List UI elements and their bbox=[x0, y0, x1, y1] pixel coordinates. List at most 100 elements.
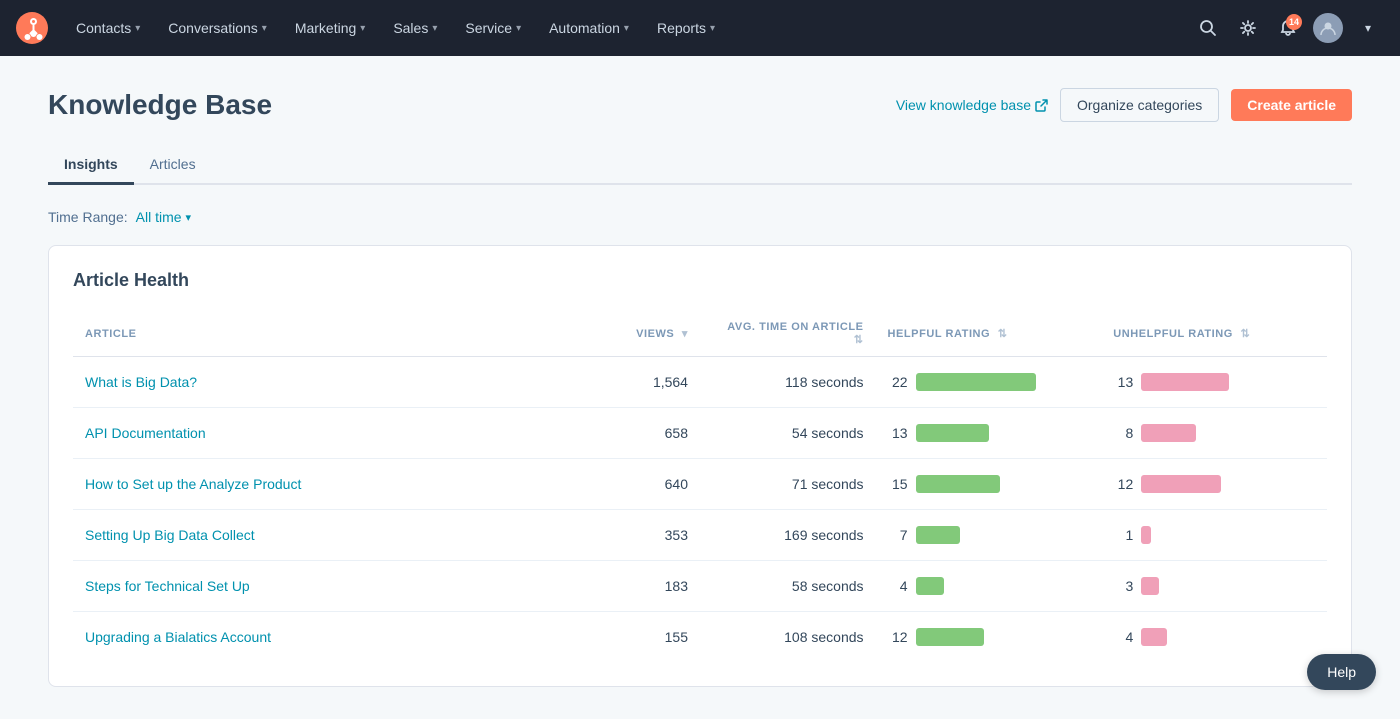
article-cell: What is Big Data? bbox=[73, 357, 575, 408]
hubspot-logo[interactable] bbox=[16, 12, 48, 44]
col-header-unhelpful[interactable]: Unhelpful Rating ⇅ bbox=[1101, 311, 1327, 357]
unhelpful-bar bbox=[1141, 628, 1167, 646]
views-cell: 155 bbox=[575, 612, 700, 663]
chevron-down-icon: ▾ bbox=[432, 23, 437, 34]
unhelpful-bar bbox=[1141, 577, 1159, 595]
nav-reports[interactable]: Reports ▾ bbox=[645, 12, 727, 44]
settings-button[interactable] bbox=[1232, 12, 1264, 44]
help-button[interactable]: Help bbox=[1307, 654, 1376, 690]
time-range-label: Time Range: bbox=[48, 209, 128, 225]
table-row: What is Big Data? 1,564 118 seconds 22 1… bbox=[73, 357, 1327, 408]
article-link[interactable]: How to Set up the Analyze Product bbox=[85, 476, 301, 492]
chevron-down-icon: ▾ bbox=[1365, 21, 1371, 35]
article-link[interactable]: Upgrading a Bialatics Account bbox=[85, 629, 271, 645]
table-row: Upgrading a Bialatics Account 155 108 se… bbox=[73, 612, 1327, 663]
tab-group: Insights Articles bbox=[48, 146, 1352, 185]
unhelpful-rating-cell: 3 bbox=[1101, 561, 1327, 612]
helpful-count: 15 bbox=[888, 476, 908, 492]
account-chevron[interactable]: ▾ bbox=[1352, 12, 1384, 44]
unhelpful-rating-cell: 13 bbox=[1101, 357, 1327, 408]
article-cell: Upgrading a Bialatics Account bbox=[73, 612, 575, 663]
views-cell: 658 bbox=[575, 408, 700, 459]
create-article-button[interactable]: Create article bbox=[1231, 89, 1352, 121]
chevron-down-icon: ▾ bbox=[710, 23, 715, 34]
avg-time-cell: 108 seconds bbox=[700, 612, 876, 663]
helpful-rating-cell: 4 bbox=[876, 561, 1102, 612]
helpful-count: 13 bbox=[888, 425, 908, 441]
helpful-count: 7 bbox=[888, 527, 908, 543]
table-row: How to Set up the Analyze Product 640 71… bbox=[73, 459, 1327, 510]
tab-insights[interactable]: Insights bbox=[48, 146, 134, 185]
col-header-avg-time[interactable]: Avg. Time On Article ⇅ bbox=[700, 311, 876, 357]
sort-icon: ▾ bbox=[682, 328, 688, 340]
helpful-rating-cell: 13 bbox=[876, 408, 1102, 459]
page-header: Knowledge Base View knowledge base Organ… bbox=[48, 88, 1352, 122]
col-header-views[interactable]: Views ▾ bbox=[575, 311, 700, 357]
avg-time-cell: 169 seconds bbox=[700, 510, 876, 561]
sort-icon: ⇅ bbox=[998, 328, 1008, 340]
external-link-icon bbox=[1035, 99, 1048, 112]
time-range-select[interactable]: All time ▾ bbox=[136, 209, 191, 225]
avatar[interactable] bbox=[1312, 12, 1344, 44]
avg-time-cell: 118 seconds bbox=[700, 357, 876, 408]
article-health-table: Article Views ▾ Avg. Time On Article ⇅ H… bbox=[73, 311, 1327, 662]
views-cell: 1,564 bbox=[575, 357, 700, 408]
page-title: Knowledge Base bbox=[48, 89, 272, 121]
article-cell: API Documentation bbox=[73, 408, 575, 459]
unhelpful-count: 12 bbox=[1113, 476, 1133, 492]
chevron-down-icon: ▾ bbox=[360, 23, 365, 34]
helpful-rating-cell: 12 bbox=[876, 612, 1102, 663]
nav-contacts[interactable]: Contacts ▾ bbox=[64, 12, 152, 44]
article-link[interactable]: Steps for Technical Set Up bbox=[85, 578, 250, 594]
user-avatar bbox=[1313, 13, 1343, 43]
nav-marketing[interactable]: Marketing ▾ bbox=[283, 12, 378, 44]
nav-service[interactable]: Service ▾ bbox=[453, 12, 533, 44]
unhelpful-count: 3 bbox=[1113, 578, 1133, 594]
helpful-count: 22 bbox=[888, 374, 908, 390]
table-row: Setting Up Big Data Collect 353 169 seco… bbox=[73, 510, 1327, 561]
article-link[interactable]: API Documentation bbox=[85, 425, 206, 441]
article-link[interactable]: Setting Up Big Data Collect bbox=[85, 527, 255, 543]
unhelpful-count: 8 bbox=[1113, 425, 1133, 441]
chevron-down-icon: ▾ bbox=[135, 23, 140, 34]
article-cell: Setting Up Big Data Collect bbox=[73, 510, 575, 561]
view-knowledge-base-button[interactable]: View knowledge base bbox=[896, 97, 1048, 113]
helpful-bar bbox=[916, 628, 984, 646]
sort-icon: ⇅ bbox=[854, 334, 864, 346]
search-button[interactable] bbox=[1192, 12, 1224, 44]
article-health-card: Article Health Article Views ▾ Avg. Time… bbox=[48, 245, 1352, 687]
helpful-rating-cell: 15 bbox=[876, 459, 1102, 510]
table-row: Steps for Technical Set Up 183 58 second… bbox=[73, 561, 1327, 612]
avg-time-cell: 71 seconds bbox=[700, 459, 876, 510]
unhelpful-rating-cell: 1 bbox=[1101, 510, 1327, 561]
sort-icon: ⇅ bbox=[1240, 328, 1250, 340]
nav-automation[interactable]: Automation ▾ bbox=[537, 12, 641, 44]
unhelpful-bar bbox=[1141, 424, 1196, 442]
card-title: Article Health bbox=[73, 270, 1327, 291]
nav-conversations[interactable]: Conversations ▾ bbox=[156, 12, 279, 44]
unhelpful-rating-cell: 8 bbox=[1101, 408, 1327, 459]
helpful-count: 4 bbox=[888, 578, 908, 594]
helpful-bar bbox=[916, 577, 944, 595]
nav-icon-group: 14 ▾ bbox=[1192, 12, 1384, 44]
helpful-count: 12 bbox=[888, 629, 908, 645]
views-cell: 183 bbox=[575, 561, 700, 612]
chevron-down-icon: ▾ bbox=[624, 23, 629, 34]
organize-categories-button[interactable]: Organize categories bbox=[1060, 88, 1219, 122]
helpful-bar bbox=[916, 373, 1036, 391]
unhelpful-rating-cell: 12 bbox=[1101, 459, 1327, 510]
unhelpful-rating-cell: 4 bbox=[1101, 612, 1327, 663]
article-cell: How to Set up the Analyze Product bbox=[73, 459, 575, 510]
views-cell: 353 bbox=[575, 510, 700, 561]
col-header-article: Article bbox=[73, 311, 575, 357]
table-row: API Documentation 658 54 seconds 13 8 bbox=[73, 408, 1327, 459]
helpful-bar bbox=[916, 475, 1000, 493]
article-link[interactable]: What is Big Data? bbox=[85, 374, 197, 390]
col-header-helpful[interactable]: Helpful Rating ⇅ bbox=[876, 311, 1102, 357]
notification-count: 14 bbox=[1286, 14, 1302, 30]
helpful-bar bbox=[916, 526, 960, 544]
notifications-button[interactable]: 14 bbox=[1272, 12, 1304, 44]
tab-articles[interactable]: Articles bbox=[134, 146, 212, 185]
chevron-down-icon: ▾ bbox=[186, 211, 192, 224]
nav-sales[interactable]: Sales ▾ bbox=[381, 12, 449, 44]
